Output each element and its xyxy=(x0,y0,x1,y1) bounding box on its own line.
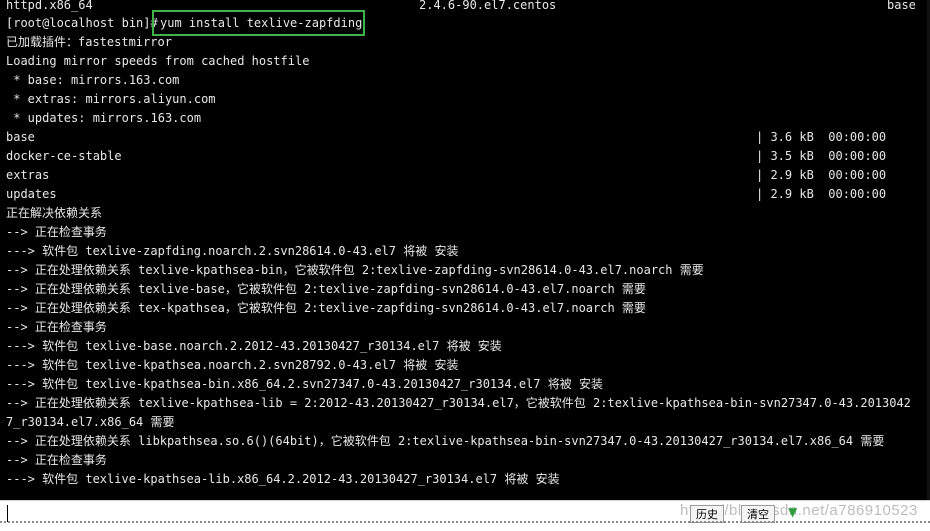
package-repo: base xyxy=(887,0,916,12)
repo-name: base xyxy=(6,130,35,144)
package-version: 2.4.6-90.el7.centos xyxy=(419,0,557,12)
terminal-line: --> 正在检查事务 xyxy=(6,320,107,334)
terminal-line: ---> 软件包 texlive-kpathsea-lib.x86_64.2.2… xyxy=(6,472,560,486)
terminal-line: --> 正在检查事务 xyxy=(6,453,107,467)
terminal-line: * base: mirrors.163.com xyxy=(6,73,180,87)
command-highlight-box xyxy=(152,10,365,36)
repo-size-time: | 3.6 kB 00:00:00 xyxy=(756,130,887,144)
terminal-line: --> 正在处理依赖关系 texlive-kpathsea-bin，它被软件包 … xyxy=(6,263,704,277)
terminal-line: --> 正在处理依赖关系 libkpathsea.so.6()(64bit)，它… xyxy=(6,434,885,448)
terminal-line: 正在解决依赖关系 xyxy=(6,206,103,220)
terminal-line: * updates: mirrors.163.com xyxy=(6,111,202,125)
repo-size-time: | 2.9 kB 00:00:00 xyxy=(756,187,887,201)
terminal-line: httpd.x86_64 xyxy=(6,0,93,12)
terminal-line: --> 正在处理依赖关系 texlive-base，它被软件包 2:texliv… xyxy=(6,282,646,296)
repo-name: docker-ce-stable xyxy=(6,149,122,163)
terminal-line: ---> 软件包 texlive-zapfding.noarch.2.svn28… xyxy=(6,244,459,258)
terminal-line: --> 正在检查事务 xyxy=(6,225,107,239)
terminal-line: ---> 软件包 texlive-kpathsea.noarch.2.svn28… xyxy=(6,358,459,372)
shell-prompt: [root@localhost bin]# xyxy=(6,16,165,30)
terminal-line: ---> 软件包 texlive-kpathsea-bin.x86_64.2.s… xyxy=(6,377,603,391)
terminal-line: Loading mirror speeds from cached hostfi… xyxy=(6,54,310,68)
terminal-line: * extras: mirrors.aliyun.com xyxy=(6,92,216,106)
terminal-line: --> 正在处理依赖关系 tex-kpathsea，它被软件包 2:texliv… xyxy=(6,301,646,315)
terminal-line: 7_r30134.el7.x86_64 需要 xyxy=(6,415,175,429)
terminal-line: --> 正在处理依赖关系 texlive-kpathsea-lib = 2:20… xyxy=(6,396,911,410)
repo-name: updates xyxy=(6,187,57,201)
input-caret xyxy=(7,505,8,522)
terminal-window[interactable]: httpd.x86_64 2.4.6-90.el7.centos base [r… xyxy=(0,0,930,531)
repo-size-time: | 2.9 kB 00:00:00 xyxy=(756,168,887,182)
repo-size-time: | 3.5 kB 00:00:00 xyxy=(756,149,887,163)
dropdown-arrow-icon[interactable]: ▼ xyxy=(788,505,797,519)
repo-name: extras xyxy=(6,168,50,182)
terminal-line: 已加载插件：fastestmirror xyxy=(6,35,172,49)
terminal-line: ---> 软件包 texlive-base.noarch.2.2012-43.2… xyxy=(6,339,502,353)
bottom-divider xyxy=(0,521,930,523)
